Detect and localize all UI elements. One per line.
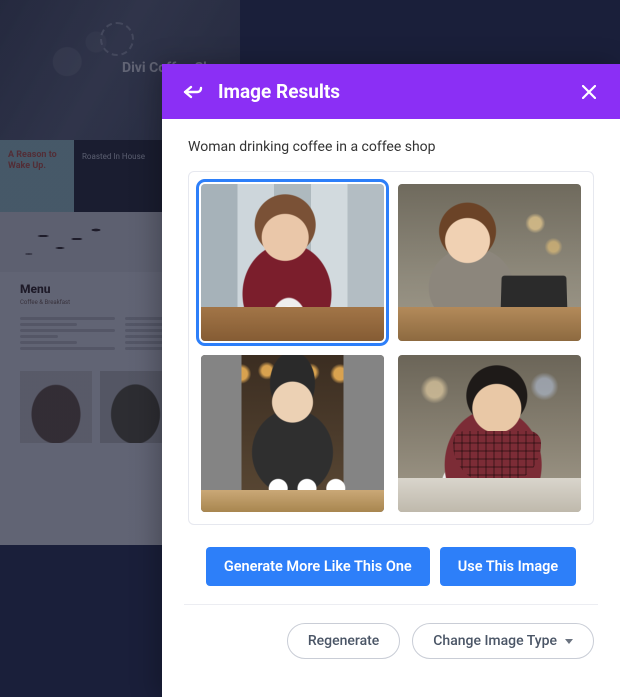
caret-down-icon bbox=[565, 639, 573, 644]
regenerate-button[interactable]: Regenerate bbox=[287, 623, 400, 659]
results-grid-container bbox=[188, 171, 594, 525]
image-option-1[interactable] bbox=[201, 184, 384, 341]
generate-more-button[interactable]: Generate More Like This One bbox=[206, 547, 430, 586]
use-this-image-button[interactable]: Use This Image bbox=[440, 547, 576, 586]
regenerate-label: Regenerate bbox=[308, 633, 379, 649]
secondary-actions: Regenerate Change Image Type bbox=[188, 623, 594, 663]
primary-actions: Generate More Like This One Use This Ima… bbox=[188, 547, 594, 586]
change-image-type-label: Change Image Type bbox=[433, 633, 557, 649]
bg-feature-left: A Reason to Wake Up. bbox=[0, 140, 74, 212]
image-option-4[interactable] bbox=[398, 355, 581, 512]
image-results-modal: Image Results Woman drinking coffee in a… bbox=[162, 64, 620, 697]
divider bbox=[184, 604, 598, 605]
image-option-3[interactable] bbox=[201, 355, 384, 512]
prompt-text: Woman drinking coffee in a coffee shop bbox=[188, 139, 594, 155]
modal-body: Woman drinking coffee in a coffee shop bbox=[162, 119, 620, 697]
change-image-type-button[interactable]: Change Image Type bbox=[412, 623, 594, 659]
image-option-2[interactable] bbox=[398, 184, 581, 341]
back-icon[interactable] bbox=[182, 83, 204, 101]
modal-header: Image Results bbox=[162, 64, 620, 119]
generated-image bbox=[201, 355, 384, 512]
modal-title: Image Results bbox=[218, 80, 564, 103]
close-icon[interactable] bbox=[578, 81, 600, 103]
results-grid bbox=[201, 184, 581, 512]
